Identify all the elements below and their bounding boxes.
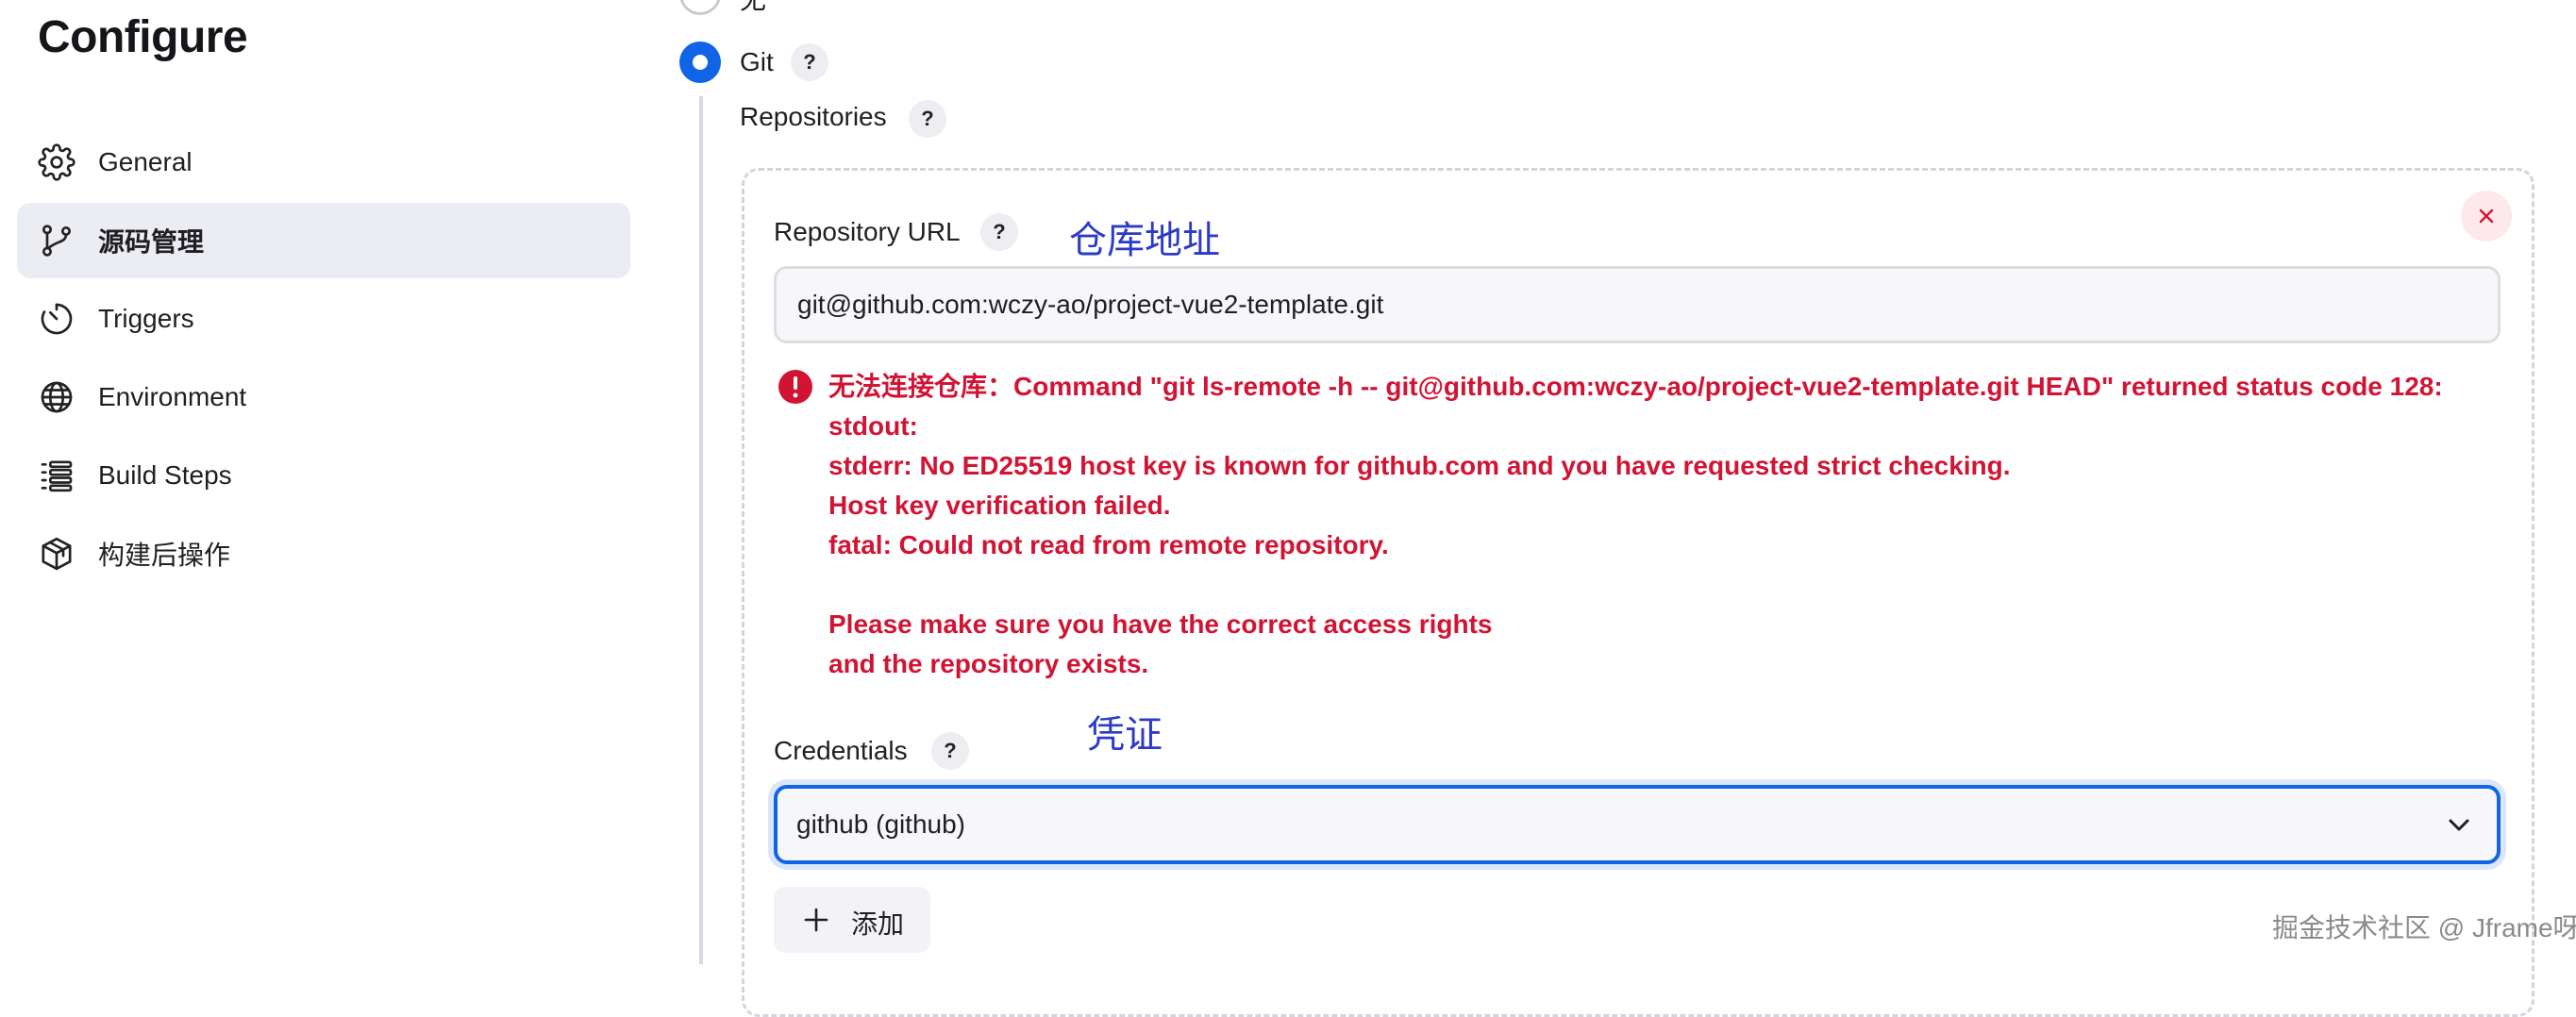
- error-line: 无法连接仓库：Command "git ls-remote -h -- git@…: [828, 372, 2443, 401]
- radio-git[interactable]: [679, 42, 721, 83]
- error-line-blank: [828, 565, 2517, 605]
- credentials-select[interactable]: github (github): [774, 785, 2501, 864]
- error-line: stdout:: [828, 411, 918, 441]
- remove-repository-button[interactable]: [2461, 191, 2512, 242]
- repositories-help-button[interactable]: ?: [909, 100, 946, 138]
- page-title: Configure: [38, 12, 248, 62]
- radio-none-label: 无: [740, 0, 766, 17]
- sidebar-item-post-build[interactable]: 构建后操作: [17, 516, 630, 592]
- globe-icon: [38, 378, 75, 416]
- chevron-down-icon: [2449, 819, 2469, 831]
- sidebar-item-label: 源码管理: [98, 227, 205, 257]
- error-line: and the repository exists.: [828, 649, 1149, 678]
- sidebar-item-label: General: [98, 147, 192, 176]
- error-icon: [778, 370, 812, 404]
- close-icon: [2479, 208, 2494, 224]
- git-help-button[interactable]: ?: [791, 43, 828, 81]
- repository-error-message: 无法连接仓库：Command "git ls-remote -h -- git@…: [828, 367, 2517, 684]
- sidebar-item-label: 构建后操作: [98, 541, 231, 570]
- error-line: stderr: No ED25519 host key is known for…: [828, 451, 2011, 480]
- sidebar-item-general[interactable]: General: [17, 125, 630, 200]
- list-icon: [38, 457, 75, 494]
- section-divider: [699, 96, 703, 964]
- credentials-annotation: 凭证: [1087, 714, 1163, 756]
- error-line: Host key verification failed.: [828, 491, 1171, 520]
- git-branch-icon: [38, 222, 75, 259]
- repository-url-label: Repository URL: [774, 217, 961, 246]
- repository-url-annotation: 仓库地址: [1069, 220, 1220, 261]
- radio-git-label: Git: [740, 47, 774, 76]
- plus-icon: [804, 908, 828, 932]
- sidebar-item-source-code[interactable]: 源码管理: [17, 203, 630, 278]
- add-button-label: 添加: [851, 909, 905, 939]
- sidebar: Configure General 源码管理 Triggers Environm…: [0, 0, 661, 964]
- sidebar-item-label: Environment: [98, 382, 247, 411]
- sidebar-item-label: Build Steps: [98, 460, 232, 490]
- sidebar-item-build-steps[interactable]: Build Steps: [17, 438, 630, 513]
- radio-none[interactable]: [679, 0, 721, 15]
- add-credentials-button[interactable]: 添加: [774, 887, 930, 953]
- sidebar-nav: General 源码管理 Triggers Environment Build …: [17, 125, 630, 594]
- sidebar-item-triggers[interactable]: Triggers: [17, 281, 630, 357]
- credentials-label: Credentials: [774, 736, 908, 765]
- package-icon: [38, 535, 75, 573]
- clock-icon: [38, 300, 75, 338]
- sidebar-item-label: Triggers: [98, 304, 194, 333]
- repository-url-input[interactable]: [774, 266, 2501, 343]
- credentials-help-button[interactable]: ?: [931, 732, 969, 770]
- gear-icon: [38, 143, 75, 181]
- watermark: 掘金技术社区 @ Jframe呀: [2272, 913, 2576, 942]
- error-line: fatal: Could not read from remote reposi…: [828, 530, 1389, 559]
- repositories-label: Repositories: [740, 102, 887, 131]
- sidebar-item-environment[interactable]: Environment: [17, 359, 630, 435]
- repository-url-help-button[interactable]: ?: [980, 213, 1018, 251]
- credentials-selected-value: github (github): [796, 809, 966, 839]
- error-line: Please make sure you have the correct ac…: [828, 609, 1493, 639]
